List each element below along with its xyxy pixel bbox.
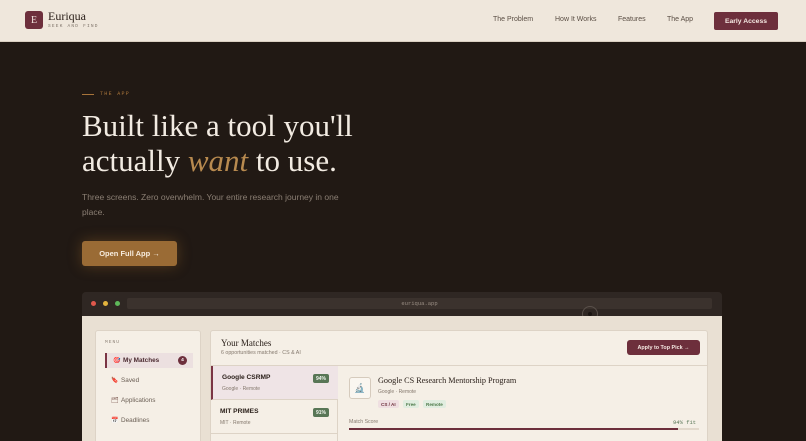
brand-name[interactable]: Euriqua — [48, 10, 86, 23]
panel-title: Your Matches — [221, 338, 272, 348]
match-score-badge: 94% — [312, 374, 329, 383]
sidebar-item-my-matches[interactable]: 🎯 My Matches 4 — [105, 353, 193, 368]
app-body: MENU 🎯 My Matches 4 🔖 Saved 🗂 Applicatio… — [82, 316, 722, 441]
matches-list: Google CSRMP Google · Remote 94% MIT PRI… — [211, 366, 338, 441]
sidebar-item-saved[interactable]: 🔖 Saved — [105, 373, 193, 388]
early-access-button[interactable]: Early Access — [714, 12, 778, 30]
eyebrow-label: THE APP — [100, 91, 131, 97]
panel-subtitle: 6 opportunities matched · CS & AI — [221, 350, 301, 356]
nav-link-features[interactable]: Features — [618, 16, 646, 23]
sidebar-item-label: Saved — [121, 377, 140, 384]
calendar-icon: 📅 — [111, 418, 119, 424]
app-preview-window: euriqua.app MENU 🎯 My Matches 4 🔖 Saved … — [82, 292, 722, 441]
nav-link-how-it-works[interactable]: How It Works — [555, 16, 597, 23]
apply-top-pick-button[interactable]: Apply to Top Pick → — [627, 340, 700, 355]
match-name: MIT PRIMES — [220, 408, 259, 415]
tag-cs-ai: CS / AI — [378, 400, 399, 408]
sidebar-item-label: Applications — [121, 397, 156, 404]
headline-accent: want — [187, 143, 249, 178]
target-icon: 🎯 — [113, 358, 121, 364]
score-bar-fill — [349, 428, 678, 430]
match-meta: MIT · Remote — [220, 420, 251, 426]
sidebar-item-applications[interactable]: 🗂 Applications — [105, 393, 193, 408]
score-value: 94% fit — [673, 419, 697, 426]
section-eyebrow: THE APP — [82, 91, 130, 97]
hero-subtext: Three screens. Zero overwhelm. Your enti… — [82, 192, 339, 217]
match-meta: Google · Remote — [222, 386, 261, 392]
detail-org: Google · Remote — [378, 389, 417, 395]
brand-tagline: SEEK AND FIND — [48, 24, 99, 29]
open-full-app-button[interactable]: Open Full App → — [82, 241, 177, 266]
match-score-badge: 91% — [312, 408, 329, 417]
detail-title: Google CS Research Mentorship Program — [378, 376, 517, 385]
matches-panel: Your Matches 6 opportunities matched · C… — [210, 330, 708, 441]
menu-label: MENU — [105, 340, 121, 345]
app-sidebar: MENU 🎯 My Matches 4 🔖 Saved 🗂 Applicatio… — [95, 330, 201, 441]
sidebar-item-label: My Matches — [123, 357, 160, 364]
eyebrow-rule — [82, 93, 94, 95]
match-detail: 🔬 Google CS Research Mentorship Program … — [339, 366, 707, 441]
nav-link-problem[interactable]: The Problem — [493, 16, 533, 23]
logo-icon[interactable]: E — [25, 11, 43, 29]
count-badge: 4 — [178, 356, 187, 365]
list-item[interactable]: MIT PRIMES MIT · Remote 91% — [211, 400, 338, 434]
close-dot-icon[interactable] — [91, 301, 96, 306]
headline-pre: actually — [82, 143, 188, 178]
tag-free: Free — [403, 400, 419, 408]
bookmark-icon: 🔖 — [111, 378, 119, 384]
url-text: euriqua.app — [401, 300, 438, 307]
match-name: Google CSRMP — [222, 374, 271, 381]
top-nav: E Euriqua SEEK AND FIND The Problem How … — [0, 0, 806, 42]
headline-post: to use. — [248, 143, 337, 178]
folder-icon: 🗂 — [111, 398, 119, 404]
minimize-dot-icon[interactable] — [103, 301, 108, 306]
hero-headline: Built like a tool you'll actually want t… — [82, 108, 382, 178]
tag-remote: Remote — [423, 400, 446, 408]
headline-line-1: Built like a tool you'll — [82, 108, 353, 143]
score-bar — [349, 428, 699, 430]
maximize-dot-icon[interactable] — [115, 301, 120, 306]
url-bar[interactable]: euriqua.app — [127, 298, 712, 309]
sidebar-item-deadlines[interactable]: 📅 Deadlines — [105, 413, 193, 428]
nav-link-the-app[interactable]: The App — [667, 16, 693, 23]
microscope-icon: 🔬 — [349, 377, 371, 399]
list-item[interactable]: Google CSRMP Google · Remote 94% — [211, 366, 338, 400]
window-titlebar: euriqua.app — [82, 292, 722, 322]
sidebar-item-label: Deadlines — [121, 417, 150, 424]
score-label: Match Score — [349, 419, 379, 425]
